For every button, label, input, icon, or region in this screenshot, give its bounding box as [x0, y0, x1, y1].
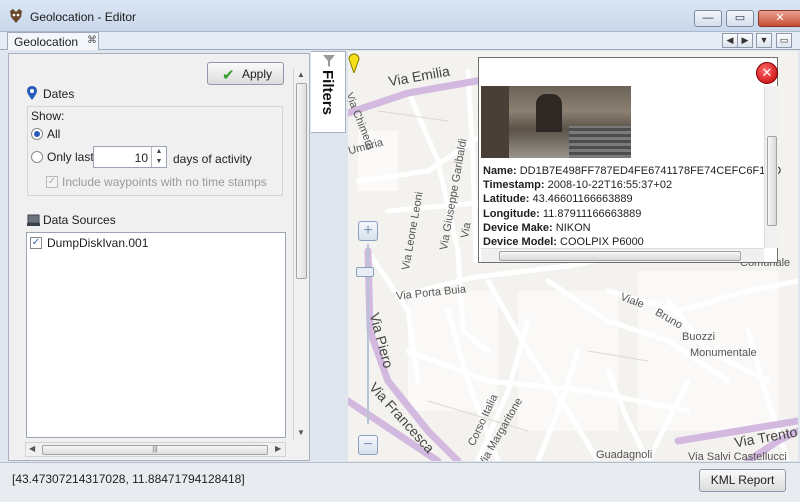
street-label: Monumentale: [690, 347, 757, 359]
popup-vscrollbar[interactable]: [764, 86, 778, 248]
all-radio[interactable]: [31, 128, 43, 140]
maximize-button[interactable]: ▭: [726, 10, 754, 27]
popup-hscroll-thumb[interactable]: [499, 251, 741, 261]
dates-title: Dates: [43, 87, 75, 101]
info-value: DD1B7E498FF787ED4FE6741178FE74CEFC6F1CD: [519, 165, 782, 177]
vscroll-thumb[interactable]: [296, 83, 307, 279]
view-menu-button[interactable]: ▼: [756, 33, 772, 48]
info-row: Name: DD1B7E498FF787ED4FE6741178FE74CEFC…: [483, 164, 781, 178]
scroll-right-icon[interactable]: ▶: [275, 444, 281, 453]
zoom-in-button[interactable]: +: [358, 221, 378, 241]
maximize-view-icon: ▭: [779, 35, 789, 45]
cursor-coordinates: [43.47307214317028, 11.88471794128418]: [12, 472, 245, 486]
datasources-list: ✓ DumpDiskIvan.001: [26, 232, 286, 438]
close-icon: ✕: [761, 65, 773, 80]
scroll-down-icon[interactable]: ▼: [297, 428, 305, 437]
datasource-label[interactable]: DumpDiskIvan.001: [47, 236, 148, 250]
info-value: 2008-10-22T16:55:37+02: [547, 179, 673, 192]
info-row: Longitude: 11.87911166663889: [483, 207, 781, 221]
status-bar: [43.47307214317028, 11.88471794128418] K…: [0, 462, 800, 502]
close-window-button[interactable]: ✕: [758, 10, 800, 27]
info-value: 11.87911166663889: [542, 207, 642, 220]
info-key: Timestamp:: [483, 179, 545, 192]
info-key: Longitude:: [483, 207, 540, 220]
datasources-hscrollbar[interactable]: ◀ ||| ▶: [25, 442, 286, 457]
only-last-radio[interactable]: [31, 151, 43, 163]
info-value: COOLPIX P6000: [560, 236, 644, 249]
location-marker-icon[interactable]: [348, 51, 360, 73]
include-no-timestamp-label: Include waypoints with no time stamps: [62, 175, 267, 189]
only-last-label: Only last: [47, 150, 94, 164]
settings-panel: ✔ Apply Dates Show: All Only last 10 ▲ ▼…: [8, 53, 310, 461]
stepper-up-icon[interactable]: ▲: [152, 147, 166, 157]
minimize-icon: —: [702, 12, 714, 24]
popup-vscroll-thumb[interactable]: [767, 136, 777, 226]
window-title: Geolocation - Editor: [30, 10, 137, 24]
apply-button[interactable]: ✔ Apply: [207, 62, 284, 85]
maximize-icon: ▭: [734, 12, 746, 24]
map-view[interactable]: Via Emilia Via Chimera Umbria Via Giusep…: [348, 51, 798, 461]
street-label: Buozzi: [682, 331, 716, 343]
minus-icon: −: [363, 436, 373, 453]
all-label: All: [47, 127, 61, 141]
street-label: Via Salvi Castellucci: [688, 451, 787, 461]
tab-strip: Geolocation ⌘: [0, 32, 800, 50]
checkmark-icon: ✔: [222, 67, 235, 84]
kml-report-button[interactable]: KML Report: [699, 469, 786, 492]
title-bar: Geolocation - Editor — ▭ ✕: [0, 0, 800, 32]
nav-forward-button[interactable]: ▶: [737, 33, 753, 48]
maximize-view-button[interactable]: ▭: [776, 33, 792, 48]
info-key: Latitude:: [483, 193, 530, 206]
popup-close-button[interactable]: ✕: [756, 62, 778, 84]
scroll-thumb[interactable]: |||: [42, 445, 268, 455]
hard-drive-icon: [27, 214, 40, 226]
scroll-up-icon[interactable]: ▲: [297, 70, 305, 79]
filters-tab[interactable]: Filters: [311, 51, 346, 133]
stepper-down-icon[interactable]: ▼: [152, 157, 166, 167]
filters-label: Filters: [319, 70, 336, 116]
zoom-slider-handle[interactable]: [356, 267, 374, 277]
street-label: Guadagnoli: [596, 449, 653, 461]
map-pin-icon: [27, 86, 37, 100]
include-no-timestamp-checkbox[interactable]: ✓: [46, 176, 58, 188]
days-value: 10: [134, 151, 148, 165]
days-stepper[interactable]: 10 ▲ ▼: [93, 146, 167, 168]
minimize-button[interactable]: —: [694, 10, 722, 27]
tab-label: Geolocation: [14, 35, 79, 49]
zoom-out-button[interactable]: −: [358, 435, 378, 455]
waypoint-photo: [481, 86, 631, 158]
info-row: Timestamp: 2008-10-22T16:55:37+02: [483, 178, 781, 192]
waypoint-popup: Name: DD1B7E498FF787ED4FE6741178FE74CEFC…: [478, 57, 781, 263]
close-icon: ✕: [775, 12, 785, 24]
chevron-right-icon: ▶: [741, 35, 749, 45]
show-label: Show:: [31, 109, 65, 123]
tab-geolocation[interactable]: Geolocation ⌘: [7, 32, 99, 50]
chevron-down-icon: ▼: [759, 35, 769, 45]
info-key: Device Model:: [483, 236, 557, 249]
info-key: Name:: [483, 165, 517, 177]
days-suffix-label: days of activity: [173, 152, 252, 166]
waypoint-info: Name: DD1B7E498FF787ED4FE6741178FE74CEFC…: [483, 164, 781, 249]
app-logo-icon: [10, 9, 22, 23]
scroll-left-icon[interactable]: ◀: [29, 444, 35, 453]
popup-hscrollbar[interactable]: [481, 248, 764, 262]
tab-close-icon[interactable]: ⌘: [87, 35, 97, 46]
funnel-icon: [323, 55, 335, 67]
datasource-checkbox[interactable]: ✓: [30, 237, 42, 249]
info-row: Latitude: 43.46601166663889: [483, 192, 781, 206]
apply-label: Apply: [242, 67, 273, 81]
datasources-title: Data Sources: [43, 213, 116, 227]
chevron-left-icon: ◀: [726, 35, 734, 45]
plus-icon: +: [363, 222, 373, 239]
info-row: Device Make: NIKON: [483, 221, 781, 235]
panel-vscrollbar[interactable]: ▲ ▼: [293, 68, 308, 440]
info-key: Device Make:: [483, 221, 553, 234]
nav-back-button[interactable]: ◀: [722, 33, 738, 48]
info-value: 43.46601166663889: [532, 193, 633, 206]
info-value: NIKON: [555, 221, 591, 234]
